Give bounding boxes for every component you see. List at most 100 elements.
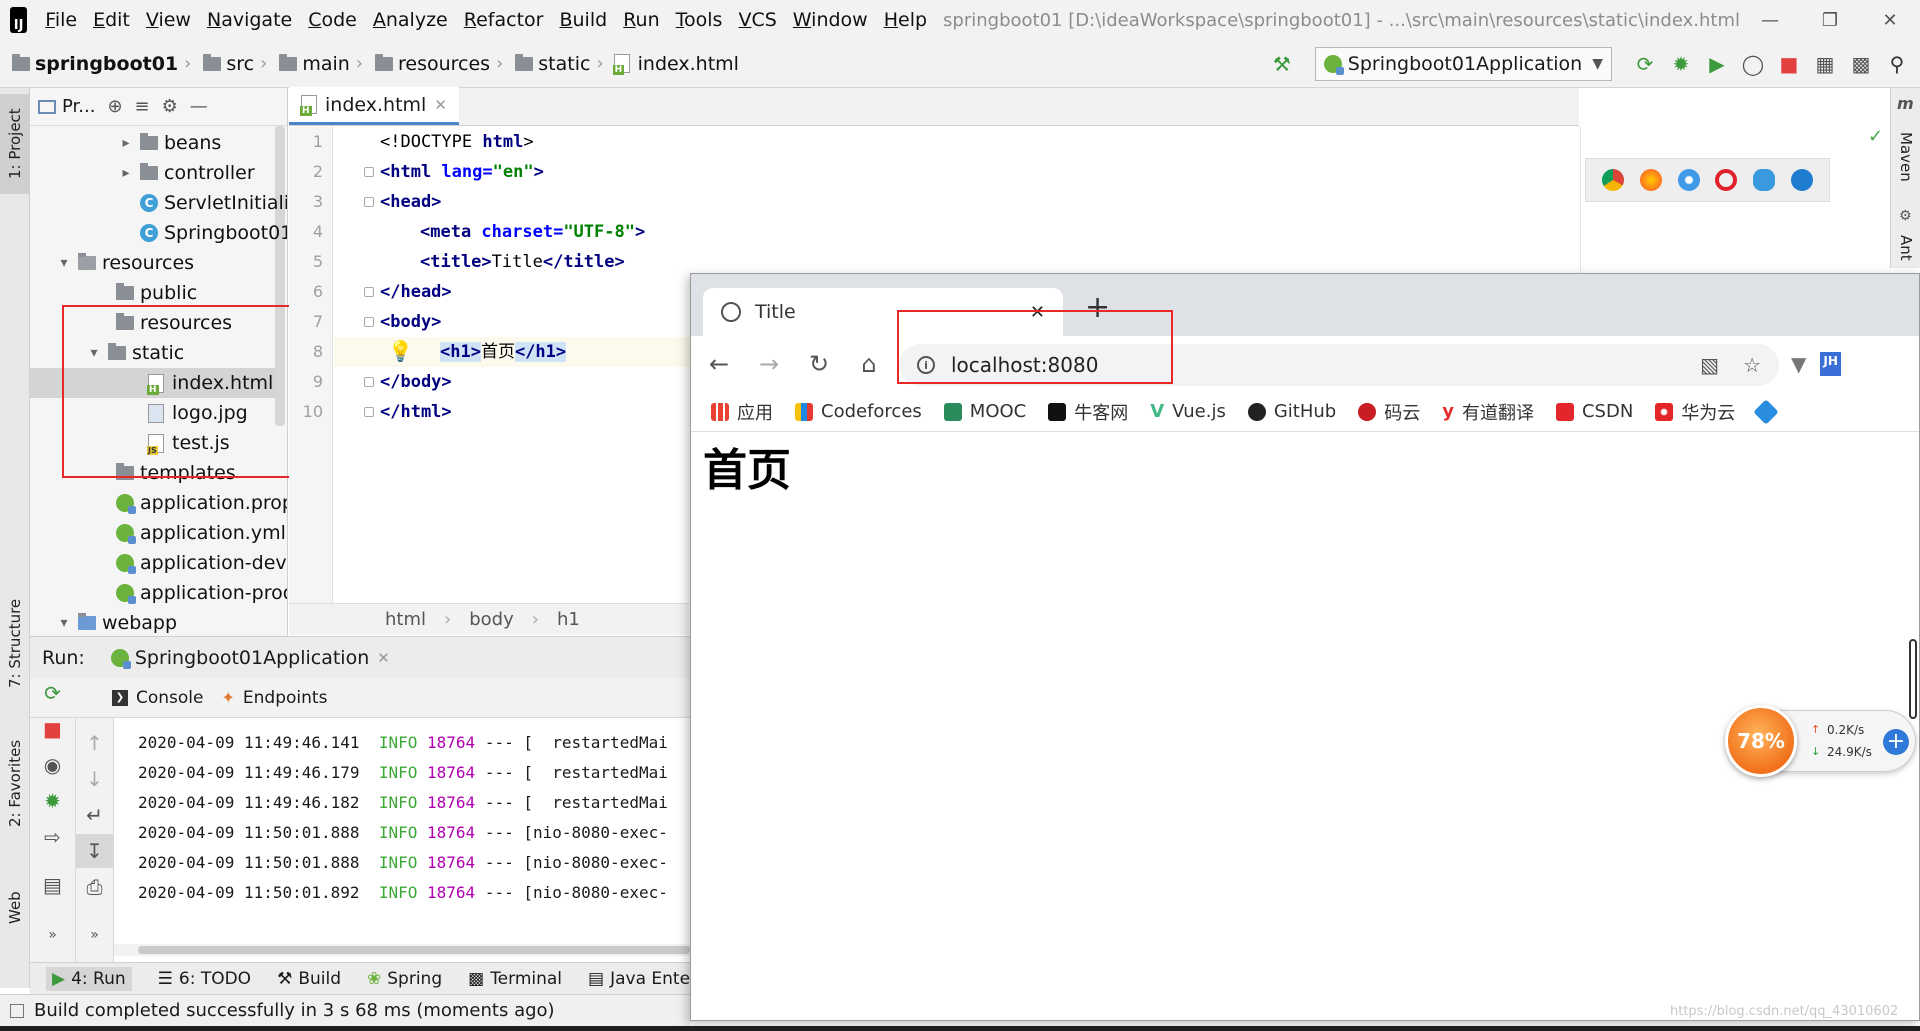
json-handle-icon[interactable]: JH: [1820, 352, 1841, 376]
tree-item-application-properties[interactable]: application.prop: [116, 488, 287, 518]
tab-maven[interactable]: Maven: [1891, 122, 1920, 192]
run-tab-app[interactable]: Springboot01Application ✕: [110, 647, 390, 669]
bookmark-more[interactable]: [1753, 398, 1780, 425]
bookmark-apps[interactable]: 应用: [711, 399, 773, 425]
lightbulb-icon[interactable]: 💡: [388, 339, 413, 363]
menu-vcs[interactable]: VCS: [730, 0, 784, 40]
internet-explorer-icon[interactable]: [1753, 169, 1776, 191]
scroll-thumb[interactable]: [1909, 639, 1917, 719]
tab-terminal[interactable]: ▩ Terminal: [468, 969, 562, 989]
crumb-index-html[interactable]: index.html: [604, 53, 739, 75]
coverage-icon[interactable]: ▶: [1702, 49, 1732, 79]
fold-marker-icon[interactable]: [364, 377, 374, 387]
gear-icon[interactable]: ⚙: [162, 96, 178, 117]
tree-item-webapp[interactable]: ▾ webapp: [56, 608, 177, 636]
minimize-icon[interactable]: —: [1740, 0, 1800, 40]
tab-web[interactable]: Web: [0, 878, 30, 938]
status-toggle-icon[interactable]: [10, 1003, 24, 1018]
fold-marker-icon[interactable]: [364, 197, 374, 207]
crumb-project[interactable]: springboot01 ›: [0, 53, 191, 75]
tab-console[interactable]: ❯ Console: [112, 688, 204, 708]
bookmark-huaweicloud[interactable]: 华为云: [1655, 399, 1735, 425]
safari-icon[interactable]: [1677, 169, 1700, 191]
menu-refactor[interactable]: Refactor: [456, 0, 552, 40]
translate-icon[interactable]: ▧: [1700, 353, 1719, 377]
layout-icon[interactable]: ▤: [30, 868, 75, 902]
breadcrumb-h1[interactable]: h1: [557, 609, 580, 630]
editor-tab-index-html[interactable]: index.html ✕: [289, 87, 459, 125]
breadcrumb-html[interactable]: html: [385, 609, 426, 630]
print-icon[interactable]: ⎙: [76, 870, 113, 904]
tab-build[interactable]: ⚒ Build: [277, 969, 341, 989]
tab-endpoints[interactable]: ✦ Endpoints: [222, 688, 328, 708]
network-speed-widget[interactable]: 78% ↑ 0.2K/s ↓ 24.9K/s +: [1725, 705, 1916, 777]
crumb-src[interactable]: src ›: [191, 53, 267, 75]
tab-todo[interactable]: ☰ 6: TODO: [158, 969, 251, 989]
menu-edit[interactable]: Edit: [85, 0, 138, 40]
edge-icon[interactable]: [1791, 169, 1814, 191]
terminal-window-icon[interactable]: ▩: [1846, 49, 1876, 79]
menu-analyze[interactable]: Analyze: [365, 0, 456, 40]
tab-project[interactable]: 1: Project: [0, 94, 30, 194]
soft-wrap-icon[interactable]: ↵: [76, 798, 113, 832]
fold-marker-icon[interactable]: [364, 407, 374, 417]
crumb-main[interactable]: main ›: [267, 53, 363, 75]
arrow-down-icon[interactable]: ↓: [76, 762, 113, 796]
menu-run[interactable]: Run: [615, 0, 667, 40]
fold-marker-icon[interactable]: [364, 287, 374, 297]
forward-icon[interactable]: →: [757, 350, 781, 378]
menu-code[interactable]: Code: [300, 0, 365, 40]
bookmark-gitee[interactable]: 码云: [1358, 399, 1420, 425]
debug-bug-icon[interactable]: ✹: [1666, 49, 1696, 79]
chrome-icon[interactable]: [1601, 169, 1624, 191]
locate-icon[interactable]: ⊕: [107, 96, 122, 117]
opera-icon[interactable]: [1715, 169, 1738, 191]
reload-icon[interactable]: ↻: [807, 350, 831, 378]
tab-favorites[interactable]: 2: Favorites: [0, 728, 30, 838]
back-icon[interactable]: ←: [707, 350, 731, 378]
hide-panel-icon[interactable]: —: [190, 96, 208, 117]
crumb-resources[interactable]: resources ›: [363, 53, 503, 75]
bookmark-nowcoder[interactable]: 牛客网: [1048, 399, 1128, 425]
vue-devtools-icon[interactable]: ▼: [1791, 352, 1806, 376]
firefox-icon[interactable]: [1639, 169, 1662, 191]
home-icon[interactable]: ⌂: [857, 350, 881, 378]
menu-tools[interactable]: Tools: [668, 0, 731, 40]
menu-view[interactable]: View: [138, 0, 199, 40]
restore-icon[interactable]: ❐: [1800, 0, 1860, 40]
tree-item-springboot01-application[interactable]: C Springboot01: [140, 218, 287, 248]
tab-spring[interactable]: ❀ Spring: [367, 969, 442, 989]
bookmark-github[interactable]: GitHub: [1247, 401, 1336, 422]
menu-navigate[interactable]: Navigate: [199, 0, 300, 40]
build-hammer-icon[interactable]: ⚒: [1267, 49, 1297, 79]
bookmark-star-icon[interactable]: ☆: [1743, 353, 1761, 377]
scroll-to-end-icon[interactable]: ↧: [76, 834, 113, 868]
rerun-icon[interactable]: ⟳: [1630, 49, 1660, 79]
accelerate-plus-icon[interactable]: +: [1883, 729, 1909, 755]
crumb-static[interactable]: static ›: [503, 53, 604, 75]
more-icon[interactable]: »: [30, 918, 75, 952]
tree-item-beans[interactable]: ▸ beans: [118, 128, 221, 158]
search-icon[interactable]: ⚲: [1882, 49, 1912, 79]
tree-item-servlet-initializer[interactable]: C ServletInitiali: [140, 188, 287, 218]
collapse-all-icon[interactable]: ≡: [135, 96, 150, 117]
camera-icon[interactable]: ◉: [30, 748, 75, 782]
tree-item-resources-root[interactable]: ▾ resources: [56, 248, 194, 278]
tab-structure[interactable]: 7: Structure: [0, 588, 30, 698]
menu-help[interactable]: Help: [876, 0, 935, 40]
tree-item-application-dev[interactable]: application-dev.p: [116, 548, 287, 578]
bookmark-youdao[interactable]: y 有道翻译: [1442, 399, 1534, 425]
more-icon[interactable]: »: [76, 918, 113, 952]
breadcrumb-body[interactable]: body: [469, 609, 514, 630]
project-view-select[interactable]: Pr...: [38, 96, 95, 117]
bookmark-mooc[interactable]: MOOC: [943, 401, 1026, 422]
scroll-thumb[interactable]: [138, 946, 690, 954]
menu-window[interactable]: Window: [785, 0, 876, 40]
memory-usage-gauge[interactable]: 78%: [1725, 705, 1797, 777]
restore-layout-icon[interactable]: ⇨: [30, 820, 75, 854]
bookmark-csdn[interactable]: CSDN: [1555, 401, 1633, 422]
fold-marker-icon[interactable]: [364, 167, 374, 177]
stop-icon[interactable]: ■: [1774, 49, 1804, 79]
tab-ant[interactable]: Ant: [1891, 228, 1920, 268]
rerun-icon[interactable]: ⟳: [30, 676, 75, 710]
